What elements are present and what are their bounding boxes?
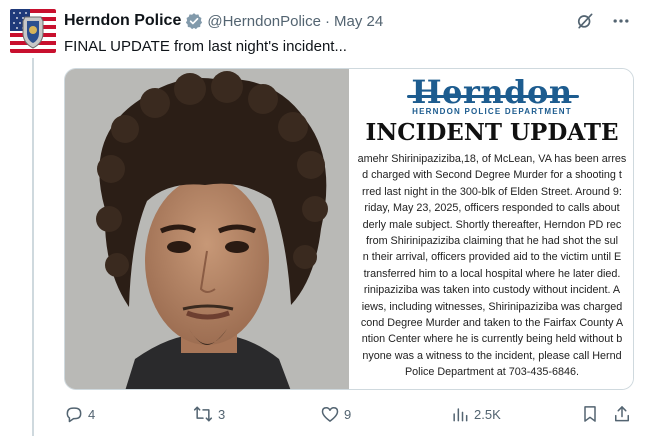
views-button[interactable]: 2.5K	[450, 400, 501, 428]
views-icon	[450, 404, 470, 424]
timestamp[interactable]: May 24	[334, 13, 383, 30]
card-body-line: amehr Shirinipaziziba,18, of McLean, VA …	[357, 153, 627, 165]
avatar-flag-badge-image	[10, 9, 56, 53]
tweet-media[interactable]: Herndon HERNDON POLICE DEPARTMENT INCIDE…	[64, 68, 634, 390]
card-body-line: transferred him to a local hospital wher…	[363, 267, 621, 280]
tweet-actions: 4 3 9 2.5K	[64, 400, 634, 428]
card-body-line: d charged with Second Degree Murder for …	[362, 169, 622, 182]
avatar[interactable]	[10, 9, 56, 53]
logo-swoosh	[407, 95, 579, 98]
herndon-logo: Herndon	[411, 73, 573, 111]
card-body-line: n their arrival, officers provided aid t…	[362, 251, 622, 264]
incident-update-card: Herndon HERNDON POLICE DEPARTMENT INCIDE…	[349, 69, 633, 389]
card-body-line: nyone was a witness to the incident, ple…	[362, 349, 622, 362]
card-body-line: Police Department at 703-435-6846.	[404, 366, 580, 379]
verified-badge-icon[interactable]	[185, 12, 203, 30]
repost-icon	[192, 404, 214, 424]
tweet-header: Herndon Police @HerndonPolice · May 24	[64, 10, 383, 32]
display-name[interactable]: Herndon Police	[64, 12, 181, 30]
card-body-line: riday, May 23, 2025, officers responded …	[364, 202, 620, 215]
grok-icon[interactable]	[574, 10, 596, 32]
like-icon	[320, 404, 340, 424]
share-button[interactable]	[612, 400, 632, 428]
share-icon	[612, 404, 632, 424]
like-button[interactable]: 9	[320, 400, 351, 428]
card-title: INCIDENT UPDATE	[365, 119, 619, 146]
card-body: amehr Shirinipaziziba,18, of McLean, VA …	[349, 151, 633, 380]
card-body-line: cond Degree Murder and taken to the Fair…	[360, 316, 624, 329]
department-name: HERNDON POLICE DEPARTMENT	[412, 107, 572, 116]
card-body-line: iews, including witnesses, Shirinipazizi…	[361, 300, 623, 313]
reply-button[interactable]: 4	[64, 400, 95, 428]
handle[interactable]: @HerndonPolice	[207, 13, 321, 30]
more-icon[interactable]	[610, 10, 632, 32]
tweet-text: FINAL UPDATE from last night's incident.…	[64, 38, 347, 55]
card-body-line: rred last night in the 300-blk of Elden …	[362, 185, 622, 198]
header-actions	[574, 10, 632, 32]
bookmark-icon	[580, 404, 600, 424]
card-body-line: derly male subject. Shortly thereafter, …	[362, 218, 622, 231]
views-count: 2.5K	[474, 406, 501, 422]
reply-icon	[64, 404, 84, 424]
repost-button[interactable]: 3	[192, 400, 225, 428]
repost-count: 3	[218, 406, 226, 422]
card-body-line: ntion Center where he is currently being…	[361, 333, 623, 346]
separator-dot: ·	[324, 12, 330, 30]
card-body-line: rinipaziziba was taken into custody with…	[363, 284, 621, 297]
thread-line	[32, 58, 34, 436]
reply-count: 4	[88, 406, 96, 422]
like-count: 9	[344, 406, 352, 422]
bookmark-button[interactable]	[580, 400, 600, 428]
card-body-line: from Shirinipaziziba claiming that he ha…	[365, 234, 619, 247]
mugshot-photo	[65, 69, 349, 389]
